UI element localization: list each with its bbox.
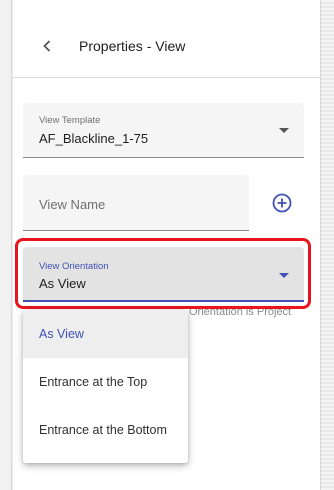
view-orientation-label: View Orientation <box>39 261 109 272</box>
orientation-helper-text: Orientation is Project <box>189 306 292 318</box>
orientation-dropdown-menu: As View Entrance at the Top Entrance at … <box>23 310 188 463</box>
back-button[interactable] <box>37 36 57 56</box>
view-orientation-select[interactable]: View Orientation As View <box>23 247 304 302</box>
field-underline-focused <box>23 300 304 302</box>
right-gutter <box>320 0 334 490</box>
panel-header: Properties - View <box>13 0 320 78</box>
dropdown-arrow-icon <box>279 128 289 133</box>
dropdown-arrow-icon <box>279 273 289 278</box>
view-template-select[interactable]: View Template AF_Blackline_1-75 <box>23 103 304 158</box>
plus-circle-icon <box>272 193 292 213</box>
view-orientation-value: As View <box>39 276 86 291</box>
properties-panel: Properties - View View Template AF_Black… <box>13 0 320 490</box>
left-gutter <box>0 0 12 490</box>
menu-item-as-view[interactable]: As View <box>23 310 188 358</box>
view-template-label: View Template <box>39 115 101 126</box>
view-template-value: AF_Blackline_1-75 <box>39 131 149 146</box>
add-view-name-button[interactable] <box>271 192 293 214</box>
field-underline <box>23 230 249 231</box>
view-name-placeholder: View Name <box>39 197 106 212</box>
view-name-field[interactable]: View Name <box>23 175 249 231</box>
menu-item-entrance-top[interactable]: Entrance at the Top <box>23 358 188 406</box>
field-underline <box>23 157 304 158</box>
chevron-left-icon <box>43 40 51 52</box>
menu-item-entrance-bottom[interactable]: Entrance at the Bottom <box>23 406 188 454</box>
page-title: Properties - View <box>79 38 186 54</box>
